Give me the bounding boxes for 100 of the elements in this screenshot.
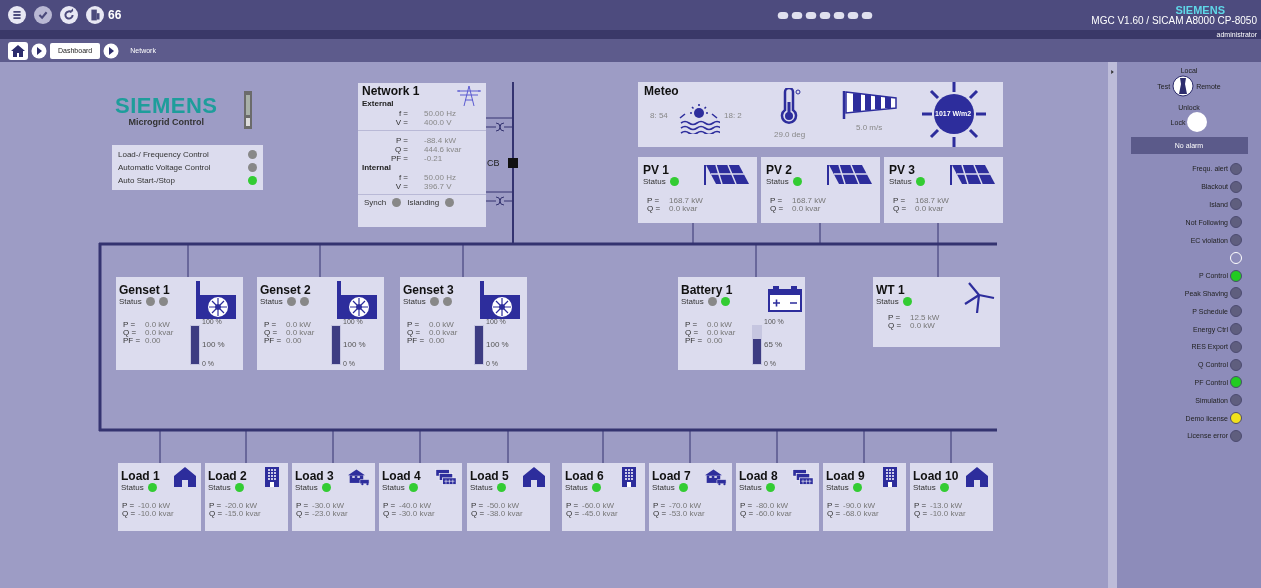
chevron-icon[interactable]	[103, 42, 120, 59]
measure-label: Q =	[122, 329, 138, 337]
measure-label: f =	[397, 173, 409, 182]
status-label: Status	[889, 177, 912, 186]
measure-value: -80.0 kW	[756, 502, 788, 510]
home-icon[interactable]	[8, 41, 28, 60]
measure-label: P =	[646, 197, 661, 205]
generator-icon	[480, 281, 520, 319]
status-label: Status	[739, 483, 762, 492]
version-text: MGC V1.60 / SICAM A8000 CP-8050	[1091, 15, 1257, 26]
wind-speed-value: 5.0 m/s	[856, 123, 883, 132]
card-title: Battery 1	[681, 284, 733, 297]
feeder-line	[755, 243, 757, 278]
measure-label: Q =	[827, 510, 842, 518]
indicator-pill-icon[interactable]	[776, 11, 789, 19]
status-label: Status	[403, 297, 426, 306]
measure-label: P =	[769, 197, 784, 205]
indicator-pill-icon[interactable]	[804, 11, 817, 19]
refresh-icon[interactable]	[60, 6, 78, 24]
status-label: Status	[826, 483, 849, 492]
measure-value: -10.0 kW	[138, 502, 170, 510]
feeder-line	[159, 429, 161, 464]
indicator-pill-icon[interactable]	[832, 11, 845, 19]
temperature-value: 29.0 deg	[774, 130, 806, 139]
measure-label: P =	[296, 502, 310, 510]
feeder-line	[332, 429, 334, 464]
indicator-pill-icon[interactable]	[860, 11, 873, 19]
stacked-buildings-icon	[792, 467, 814, 487]
measure-value: 0.0 kvar	[286, 329, 315, 337]
indicator-pill-icon[interactable]	[790, 11, 803, 19]
indicator-pill-icon[interactable]	[818, 11, 831, 19]
measure-label: P =	[684, 321, 699, 329]
measure-value: 0.0 kvar	[145, 329, 174, 337]
card-title: PV 2	[766, 164, 792, 177]
measure-value: -40.0 kW	[399, 502, 431, 510]
section-heading: External	[362, 99, 395, 109]
measure-label: PF =	[389, 154, 409, 163]
measure-label: Q =	[406, 329, 422, 337]
measure-label: Q =	[566, 510, 581, 518]
measure-label: P =	[122, 321, 137, 329]
measure-label: Q =	[769, 205, 785, 213]
status-label: Status	[470, 483, 493, 492]
measure-value: -30.0 kW	[312, 502, 344, 510]
measure-value: -60.0 kW	[582, 502, 614, 510]
card-title: PV 1	[643, 164, 669, 177]
measure-label: Q =	[740, 510, 755, 518]
measure-label: Q =	[887, 322, 903, 330]
check-icon[interactable]	[34, 6, 52, 24]
wind-turbine-icon	[963, 281, 995, 313]
feeder-line	[507, 429, 509, 464]
generator-icon	[196, 281, 236, 319]
lock-toggle[interactable]	[1187, 112, 1208, 132]
card-title: WT 1	[876, 284, 905, 297]
status-label: Status	[260, 297, 283, 306]
measure-label: P =	[263, 321, 278, 329]
expand-icon[interactable]	[1111, 70, 1114, 74]
chevron-icon[interactable]	[31, 42, 47, 59]
measure-value: 396.7 V	[424, 182, 452, 191]
control-mode-label: Automatic Voltage Control	[118, 163, 211, 172]
measure-label: f =	[397, 109, 409, 118]
measure-label: Q =	[296, 510, 311, 518]
feeder-line	[819, 222, 821, 245]
measure-label: Q =	[122, 510, 137, 518]
device-count: 66	[108, 8, 122, 22]
measure-value: -60.0 kvar	[756, 510, 792, 518]
measure-value: 50.00 Hz	[424, 173, 457, 182]
feeder-line	[602, 429, 604, 464]
house-icon	[523, 467, 545, 487]
control-mode-label: Load-/ Frequency Control	[118, 150, 209, 159]
card-title: Load 6	[565, 470, 604, 483]
key-switch-icon[interactable]	[1172, 75, 1195, 97]
measure-label: PF =	[122, 337, 142, 345]
feeder-line	[245, 429, 247, 464]
status-label: Status	[643, 177, 666, 186]
feeder-line	[776, 429, 778, 464]
house-with-car-icon	[348, 467, 370, 487]
measure-label: P =	[209, 502, 223, 510]
measure-label: P =	[122, 502, 136, 510]
thermometer-icon	[780, 88, 802, 124]
status-label: Status	[766, 177, 789, 186]
feeder-line	[950, 429, 952, 464]
status-label: Status	[121, 483, 144, 492]
solar-panel-icon	[704, 163, 750, 185]
sun-over-water-icon	[678, 104, 720, 134]
measure-value: 168.7 kW	[915, 197, 949, 205]
device-icon[interactable]	[86, 6, 104, 24]
measure-value: 168.7 kW	[792, 197, 826, 205]
measure-value: 0.0 kvar	[915, 205, 944, 213]
feeder-line	[187, 243, 189, 278]
measure-value: 400.0 V	[424, 118, 452, 127]
generator-icon	[337, 281, 377, 319]
measure-value: 0.0 kW	[910, 322, 935, 330]
breaker-label: CB	[487, 158, 500, 168]
measure-value: -15.0 kvar	[225, 510, 261, 518]
section-heading: Internal	[362, 163, 392, 173]
card-title: PV 3	[889, 164, 915, 177]
measure-label: P =	[566, 502, 580, 510]
menu-icon[interactable]	[8, 6, 26, 24]
indicator-pill-icon[interactable]	[846, 11, 859, 19]
measure-value: 0.00	[429, 337, 445, 345]
